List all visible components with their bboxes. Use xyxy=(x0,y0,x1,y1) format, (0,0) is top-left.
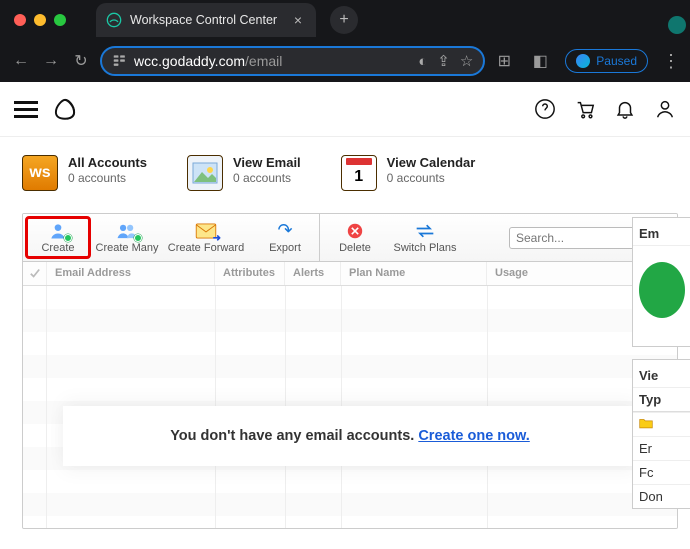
side-row[interactable] xyxy=(633,412,690,436)
profile-indicator-icon[interactable] xyxy=(668,16,686,34)
create-forward-button[interactable]: ➜ Create Forward xyxy=(161,214,251,261)
delete-icon xyxy=(347,222,363,240)
view-email-icon xyxy=(187,155,223,191)
summary-view-email[interactable]: View Email 0 accounts xyxy=(187,155,301,191)
tab-favicon-icon xyxy=(106,12,122,28)
account-summary-row: ws All Accounts 0 accounts View Email 0 … xyxy=(22,155,678,191)
account-icon[interactable] xyxy=(654,98,676,120)
cart-icon[interactable] xyxy=(574,98,596,120)
export-icon: ↷ xyxy=(277,222,292,240)
select-all-checkbox[interactable] xyxy=(23,262,47,285)
side-card-email-plans: Em xyxy=(632,217,690,347)
sidepanel-icon[interactable]: ◧ xyxy=(529,51,551,71)
side-row[interactable]: Er xyxy=(633,436,690,460)
content-area: ws All Accounts 0 accounts View Email 0 … xyxy=(0,137,690,549)
profile-avatar-icon xyxy=(576,54,590,68)
tab-title: Workspace Control Center xyxy=(130,13,286,27)
url-text: wcc.godaddy.com/email xyxy=(134,53,410,69)
plan-status-icon xyxy=(639,262,685,318)
create-many-icon xyxy=(116,222,138,240)
delete-button[interactable]: Delete xyxy=(320,214,390,261)
email-accounts-panel: Create Create Many ➜ xyxy=(22,213,678,529)
bell-icon[interactable] xyxy=(614,98,636,120)
browser-menu-button[interactable]: ⋮ xyxy=(662,51,680,72)
extensions-icon[interactable]: ⊞ xyxy=(493,51,515,71)
nav-forward-button[interactable]: → xyxy=(40,52,62,70)
share-icon[interactable]: ⇪ xyxy=(437,52,450,70)
address-bar[interactable]: wcc.godaddy.com/email ◐ ⇪ ☆ xyxy=(100,46,485,76)
site-header xyxy=(0,82,690,137)
grid-body: You don't have any email accounts. Creat… xyxy=(23,286,677,528)
empty-state: You don't have any email accounts. Creat… xyxy=(63,406,637,466)
summary-view-calendar[interactable]: 1 View Calendar 0 accounts xyxy=(341,155,476,191)
new-tab-button[interactable]: + xyxy=(330,6,358,34)
window-zoom-button[interactable] xyxy=(54,14,66,26)
nav-back-button[interactable]: ← xyxy=(10,52,32,70)
profile-paused-button[interactable]: Paused xyxy=(565,49,648,73)
col-plan[interactable]: Plan Name xyxy=(341,262,487,285)
col-alerts[interactable]: Alerts xyxy=(285,262,341,285)
folder-icon xyxy=(639,417,653,432)
create-many-button[interactable]: Create Many xyxy=(93,214,161,261)
forward-envelope-icon: ➜ xyxy=(195,222,217,240)
menu-toggle-button[interactable] xyxy=(14,101,38,118)
side-row[interactable]: Don xyxy=(633,484,690,508)
col-attributes[interactable]: Attributes xyxy=(215,262,285,285)
toolbar: Create Create Many ➜ xyxy=(23,214,677,262)
grid-header: Email Address Attributes Alerts Plan Nam… xyxy=(23,262,677,286)
nav-reload-button[interactable]: ↻ xyxy=(70,51,92,71)
side-row[interactable]: Fc xyxy=(633,460,690,484)
workspace-icon: ws xyxy=(22,155,58,191)
bookmark-star-icon[interactable]: ☆ xyxy=(460,52,473,70)
browser-tab[interactable]: Workspace Control Center × xyxy=(96,3,316,37)
browser-chrome: Workspace Control Center × + ← → ↻ wcc.g… xyxy=(0,0,690,82)
export-button[interactable]: ↷ Export xyxy=(251,214,319,261)
switch-plans-button[interactable]: Switch Plans xyxy=(390,214,460,261)
help-icon[interactable] xyxy=(534,98,556,120)
calendar-icon: 1 xyxy=(341,155,377,191)
side-card-view: Vie Typ Er Fc Don xyxy=(632,359,690,509)
create-user-icon xyxy=(48,222,68,240)
summary-all-accounts[interactable]: ws All Accounts 0 accounts xyxy=(22,155,147,191)
window-minimize-button[interactable] xyxy=(34,14,46,26)
switch-plans-icon xyxy=(415,222,435,240)
site-info-icon[interactable] xyxy=(112,53,126,70)
window-close-button[interactable] xyxy=(14,14,26,26)
col-email[interactable]: Email Address xyxy=(47,262,215,285)
create-one-now-link[interactable]: Create one now. xyxy=(418,428,529,444)
godaddy-logo-icon[interactable] xyxy=(52,96,78,122)
tracking-off-icon[interactable]: ◐ xyxy=(418,53,427,70)
create-button[interactable]: Create xyxy=(25,216,91,259)
tab-close-button[interactable]: × xyxy=(294,12,302,28)
